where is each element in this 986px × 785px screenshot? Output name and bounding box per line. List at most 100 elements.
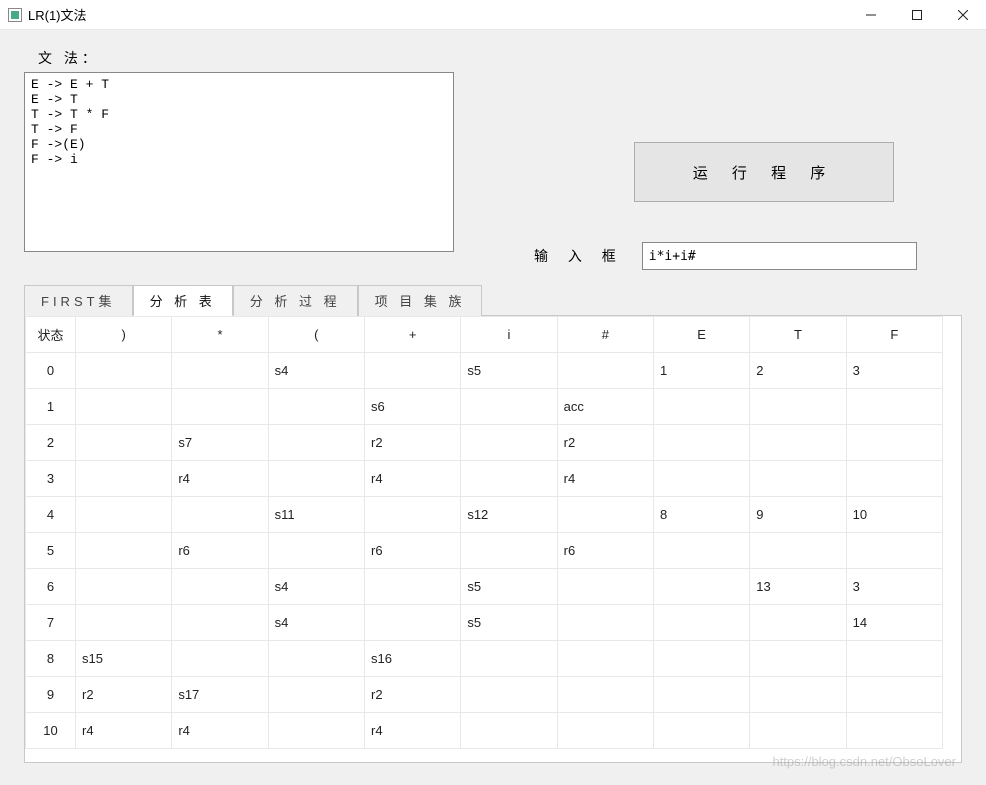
table-cell[interactable] (557, 605, 653, 641)
table-cell[interactable]: r2 (557, 425, 653, 461)
table-cell[interactable] (653, 605, 749, 641)
table-cell[interactable]: 14 (846, 605, 942, 641)
table-cell[interactable] (846, 641, 942, 677)
table-cell[interactable] (557, 677, 653, 713)
table-cell[interactable] (846, 425, 942, 461)
table-cell[interactable] (76, 605, 172, 641)
table-cell[interactable] (268, 677, 364, 713)
table-cell[interactable] (653, 677, 749, 713)
table-cell[interactable]: s5 (461, 605, 557, 641)
state-cell[interactable]: 8 (26, 641, 76, 677)
table-cell[interactable]: r6 (364, 533, 460, 569)
grammar-textarea[interactable]: E -> E + T E -> T T -> T * F T -> F F ->… (24, 72, 454, 252)
table-cell[interactable]: r2 (364, 425, 460, 461)
table-cell[interactable]: r4 (364, 461, 460, 497)
table-cell[interactable] (76, 533, 172, 569)
table-cell[interactable]: 8 (653, 497, 749, 533)
table-cell[interactable] (653, 713, 749, 749)
table-cell[interactable] (364, 605, 460, 641)
table-cell[interactable] (172, 641, 268, 677)
table-cell[interactable] (76, 389, 172, 425)
run-button[interactable]: 运 行 程 序 (634, 142, 894, 202)
table-cell[interactable] (846, 677, 942, 713)
table-cell[interactable]: s6 (364, 389, 460, 425)
table-cell[interactable]: 9 (750, 497, 846, 533)
state-cell[interactable]: 5 (26, 533, 76, 569)
table-cell[interactable] (653, 461, 749, 497)
table-cell[interactable]: r4 (557, 461, 653, 497)
table-cell[interactable]: 3 (846, 353, 942, 389)
state-cell[interactable]: 1 (26, 389, 76, 425)
table-cell[interactable] (461, 533, 557, 569)
state-cell[interactable]: 10 (26, 713, 76, 749)
table-cell[interactable] (364, 497, 460, 533)
column-header[interactable]: 状态 (26, 317, 76, 353)
table-cell[interactable] (76, 461, 172, 497)
table-cell[interactable]: r4 (76, 713, 172, 749)
table-cell[interactable] (461, 461, 557, 497)
table-cell[interactable] (750, 677, 846, 713)
tab-parse-process[interactable]: 分 析 过 程 (233, 285, 358, 316)
table-cell[interactable]: 13 (750, 569, 846, 605)
table-cell[interactable]: acc (557, 389, 653, 425)
table-cell[interactable] (557, 641, 653, 677)
table-cell[interactable] (76, 425, 172, 461)
table-cell[interactable] (461, 677, 557, 713)
state-cell[interactable]: 7 (26, 605, 76, 641)
table-cell[interactable] (172, 569, 268, 605)
table-cell[interactable]: 2 (750, 353, 846, 389)
table-cell[interactable] (461, 425, 557, 461)
table-cell[interactable] (750, 533, 846, 569)
parse-table-container[interactable]: 状态)*(+i#ETF 0s4s51231s6acc2s7r2r23r4r4r4… (24, 315, 962, 763)
table-cell[interactable]: 1 (653, 353, 749, 389)
table-cell[interactable]: r6 (172, 533, 268, 569)
table-cell[interactable] (268, 641, 364, 677)
table-cell[interactable] (268, 533, 364, 569)
table-cell[interactable] (557, 713, 653, 749)
table-cell[interactable] (750, 425, 846, 461)
table-cell[interactable]: s4 (268, 353, 364, 389)
state-cell[interactable]: 4 (26, 497, 76, 533)
tab-parse-table[interactable]: 分 析 表 (133, 285, 233, 316)
table-cell[interactable]: r4 (172, 713, 268, 749)
column-header[interactable]: T (750, 317, 846, 353)
table-cell[interactable] (172, 389, 268, 425)
tab-item-sets[interactable]: 项 目 集 族 (358, 285, 483, 316)
column-header[interactable]: * (172, 317, 268, 353)
table-cell[interactable]: s17 (172, 677, 268, 713)
table-cell[interactable] (268, 461, 364, 497)
state-cell[interactable]: 6 (26, 569, 76, 605)
table-cell[interactable] (461, 641, 557, 677)
table-cell[interactable] (76, 353, 172, 389)
table-cell[interactable]: 3 (846, 569, 942, 605)
table-cell[interactable] (653, 425, 749, 461)
tab-first-set[interactable]: FIRST集 (24, 285, 133, 316)
state-cell[interactable]: 3 (26, 461, 76, 497)
table-cell[interactable] (364, 353, 460, 389)
table-cell[interactable]: s5 (461, 353, 557, 389)
column-header[interactable]: ( (268, 317, 364, 353)
table-cell[interactable]: s4 (268, 605, 364, 641)
column-header[interactable]: # (557, 317, 653, 353)
table-cell[interactable] (268, 425, 364, 461)
minimize-button[interactable] (848, 0, 894, 30)
table-cell[interactable]: r4 (364, 713, 460, 749)
table-cell[interactable] (172, 353, 268, 389)
state-cell[interactable]: 9 (26, 677, 76, 713)
table-cell[interactable] (846, 461, 942, 497)
table-cell[interactable]: s12 (461, 497, 557, 533)
table-cell[interactable] (846, 389, 942, 425)
table-cell[interactable] (750, 713, 846, 749)
table-cell[interactable] (268, 389, 364, 425)
table-cell[interactable] (172, 497, 268, 533)
table-cell[interactable] (268, 713, 364, 749)
table-cell[interactable]: r2 (76, 677, 172, 713)
table-cell[interactable]: s16 (364, 641, 460, 677)
table-cell[interactable] (750, 605, 846, 641)
table-cell[interactable]: s4 (268, 569, 364, 605)
table-cell[interactable] (557, 569, 653, 605)
table-cell[interactable] (653, 641, 749, 677)
column-header[interactable]: i (461, 317, 557, 353)
table-cell[interactable]: r4 (172, 461, 268, 497)
table-cell[interactable] (76, 497, 172, 533)
